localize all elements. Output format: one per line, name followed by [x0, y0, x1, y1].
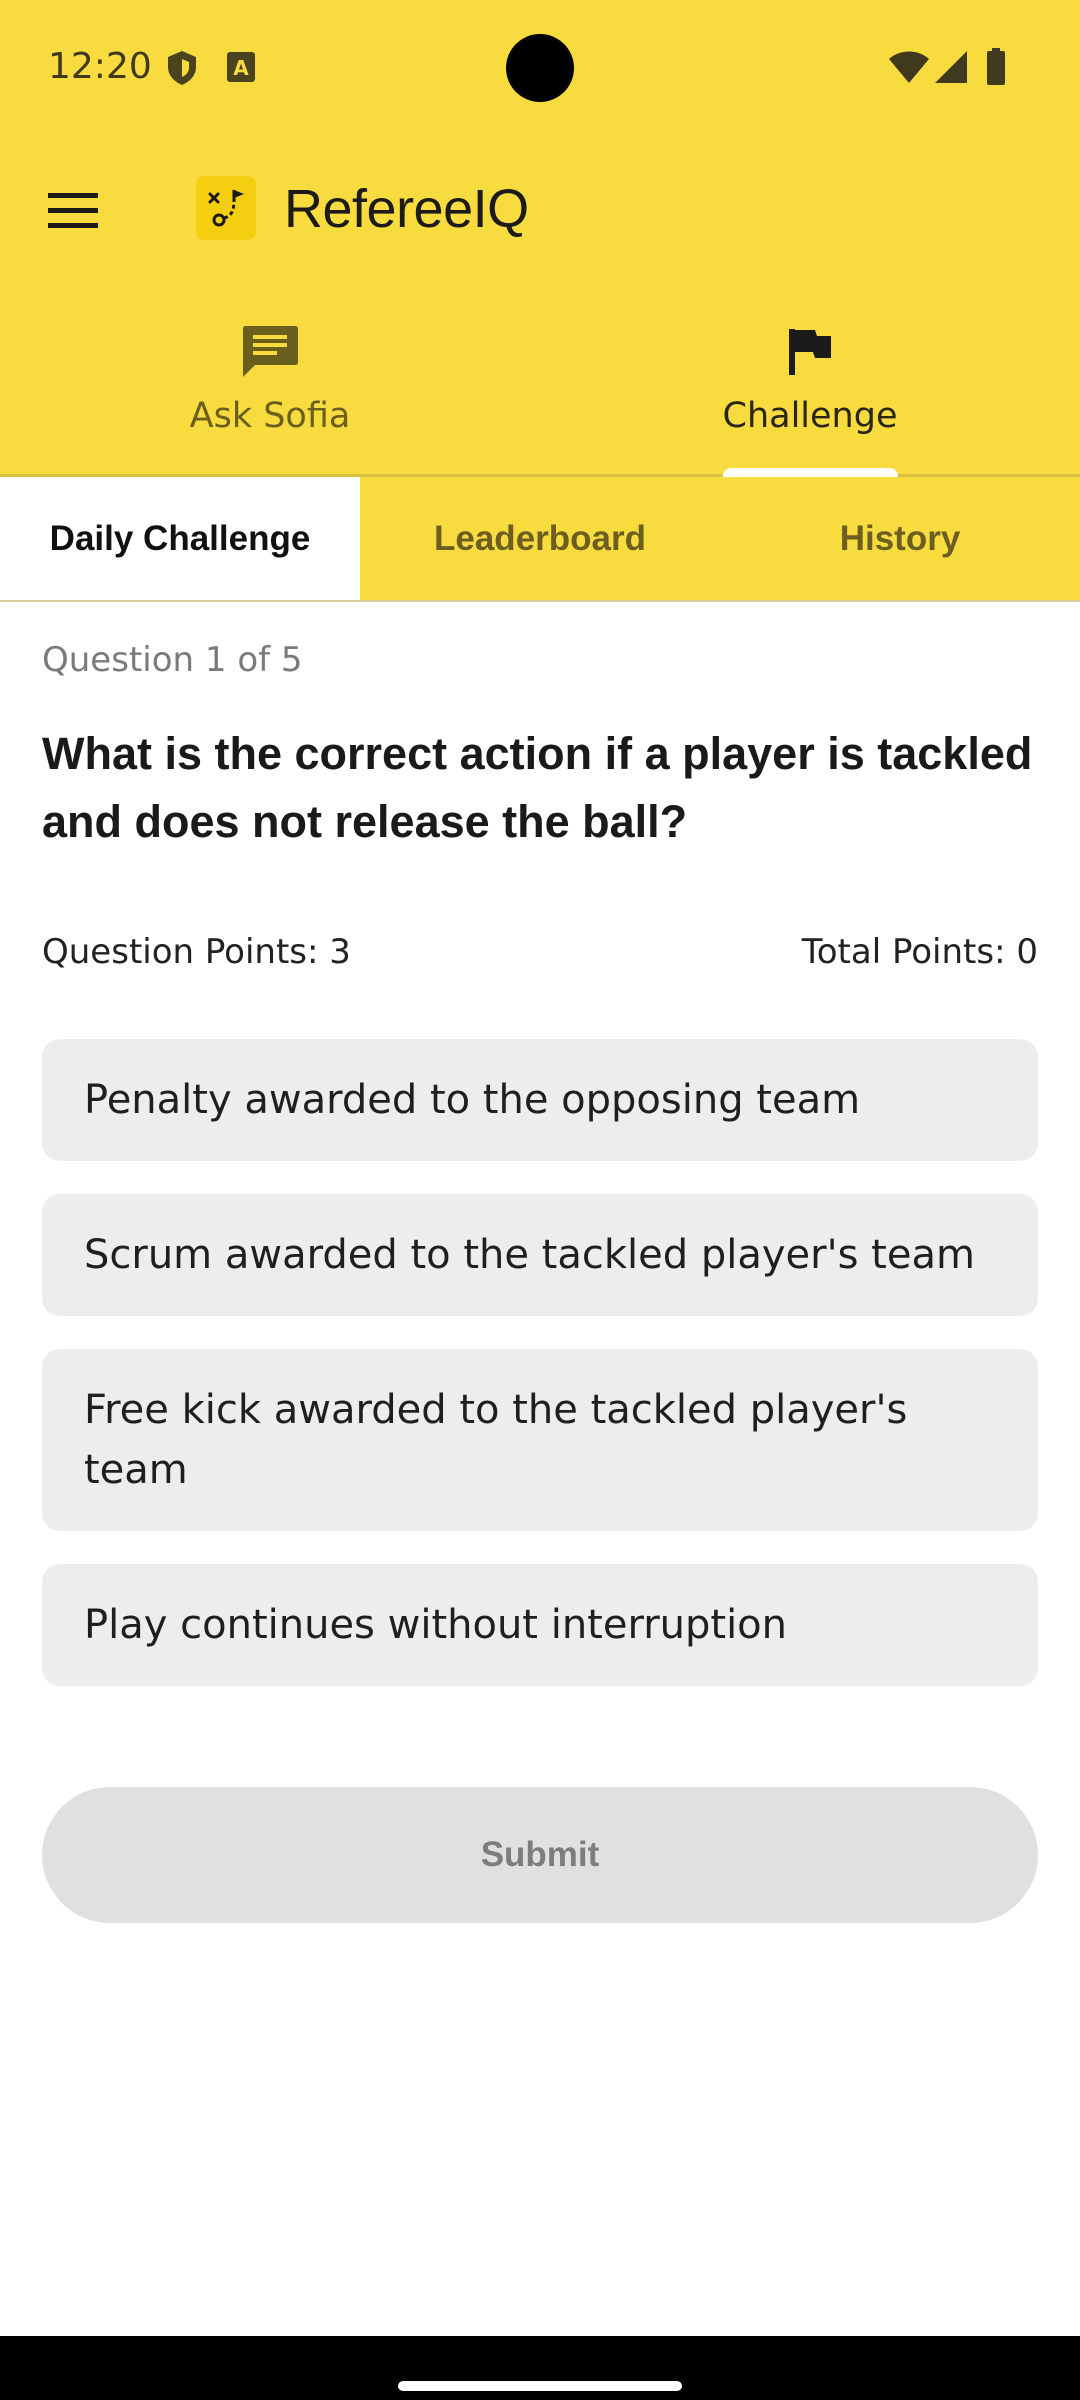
subtab-daily-challenge[interactable]: Daily Challenge — [0, 477, 360, 600]
wifi-icon — [888, 50, 930, 89]
subtab-history[interactable]: History — [720, 477, 1080, 600]
active-tab-indicator — [723, 468, 898, 477]
status-bar: 12:20 A — [0, 0, 1080, 136]
subtab-leaderboard[interactable]: Leaderboard — [360, 477, 720, 600]
home-indicator[interactable] — [398, 2381, 682, 2391]
question-points: Question Points: 3 — [42, 932, 351, 972]
answer-option[interactable]: Scrum awarded to the tackled player's te… — [42, 1194, 1038, 1316]
status-time: 12:20 — [48, 46, 152, 87]
answer-option[interactable]: Free kick awarded to the tackled player'… — [42, 1349, 1038, 1531]
question-counter: Question 1 of 5 — [42, 640, 303, 680]
tab-ask-sofia[interactable]: Ask Sofia — [0, 310, 540, 475]
top-tab-bar: Ask Sofia Challenge — [0, 310, 1080, 475]
flag-icon — [787, 320, 833, 384]
signal-icon — [934, 50, 968, 89]
shield-icon — [166, 50, 198, 91]
chat-icon — [241, 320, 299, 384]
sub-tab-bar: Daily Challenge Leaderboard History — [0, 477, 1080, 602]
tab-ask-sofia-label: Ask Sofia — [189, 396, 351, 436]
total-points: Total Points: 0 — [801, 932, 1038, 972]
hamburger-menu-icon[interactable] — [40, 178, 106, 244]
battery-icon — [986, 48, 1006, 91]
app-title: RefereeIQ — [284, 179, 529, 239]
camera-cutout — [506, 34, 574, 102]
question-text: What is the correct action if a player i… — [42, 728, 1033, 847]
tab-challenge[interactable]: Challenge — [540, 310, 1080, 475]
svg-text:A: A — [233, 56, 249, 80]
referee-flag-logo — [196, 176, 256, 240]
submit-button[interactable]: Submit — [42, 1787, 1038, 1923]
tab-challenge-label: Challenge — [722, 396, 898, 436]
text-a-icon: A — [226, 50, 256, 89]
points-row: Question Points: 3 Total Points: 0 — [42, 932, 1038, 972]
app-bar: RefereeIQ — [0, 150, 1080, 270]
answer-option[interactable]: Penalty awarded to the opposing team — [42, 1039, 1038, 1161]
quiz-content: Question 1 of 5 What is the correct acti… — [42, 640, 1038, 972]
answer-option[interactable]: Play continues without interruption — [42, 1564, 1038, 1686]
